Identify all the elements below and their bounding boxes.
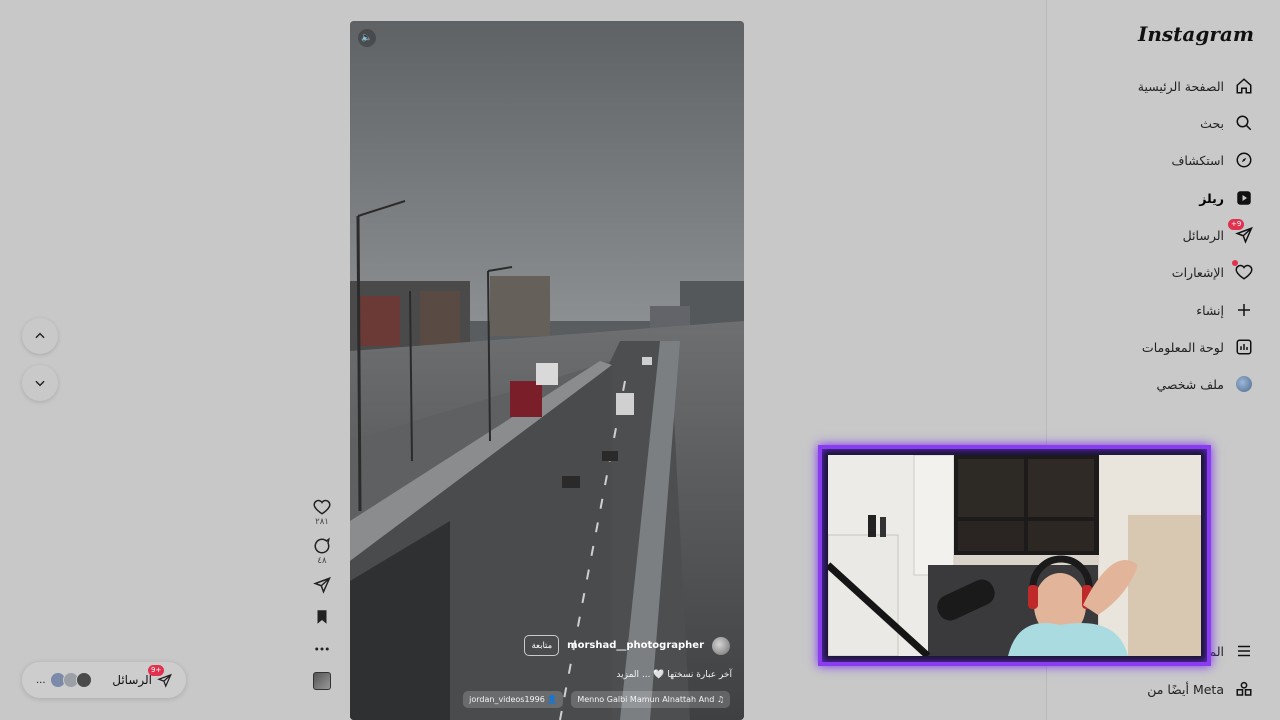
audio-label: Menno Galbi Mamun Alnattah And [577,695,715,704]
tagged-user: jordan_videos1996 [469,695,545,704]
sidebar-item-home[interactable]: الصفحة الرئيسية [1138,72,1254,100]
messages-pill[interactable]: +9 الرسائل ... [22,662,186,698]
sidebar-item-notifications[interactable]: الإشعارات [1172,258,1254,286]
sidebar-item-meta[interactable]: أيضًا من Meta [1147,677,1254,701]
chevron-up-icon [35,332,45,339]
reel-video[interactable]: 🔈 morshad__photographer متابعة آخر عبارة… [350,21,744,720]
sidebar-item-messages[interactable]: الرسائل +9 [1182,219,1254,249]
sidebar-item-create[interactable]: إنشاء [1196,296,1254,324]
sidebar-item-search[interactable]: بحث [1200,109,1254,137]
meta-apps-icon [1234,679,1254,699]
dashboard-icon [1234,337,1254,357]
webcam-overlay [818,445,1211,666]
reel-video-frame [350,21,744,720]
sidebar-item-label: الرسائل [1182,227,1224,243]
comment-action[interactable]: ٤٨ [310,537,334,566]
speaker-icon: 🔈 [361,33,373,43]
sidebar-item-label: أيضًا من Meta [1147,681,1224,697]
save-action[interactable] [310,608,334,626]
heart-icon [1232,260,1254,282]
share-action[interactable] [310,576,334,594]
webcam-feed [828,455,1201,656]
sidebar-item-label: إنشاء [1196,302,1224,318]
author-avatar[interactable] [712,636,730,655]
bookmark-icon [317,610,327,624]
search-icon [1234,113,1254,133]
reels-icon [1234,188,1254,208]
notification-dot [1232,260,1238,266]
audio-chip[interactable]: ♫ Menno Galbi Mamun Alnattah And [571,691,730,708]
audio-thumbnail[interactable] [313,672,331,690]
instagram-logo[interactable]: Instagram [1138,22,1254,46]
menu-icon [1234,641,1254,661]
sidebar-item-profile[interactable]: ملف شخصي [1156,370,1254,398]
messages-icon: +9 [1228,219,1254,245]
comments-count: ٤٨ [317,556,327,566]
sidebar-item-label: الإشعارات [1171,264,1224,280]
profile-avatar [1234,374,1254,394]
reel-caption[interactable]: آخر عبارة نسختها 🤍 ... المزيد [616,670,732,680]
messages-pill-more: ... [36,674,46,686]
plus-icon [1234,300,1254,320]
compass-icon [1234,150,1254,170]
webcam-scene [828,455,1201,656]
sidebar-item-reels[interactable]: ريلز [1199,184,1254,212]
sidebar-item-label: استكشاف [1171,152,1224,168]
messages-pill-text: الرسائل [112,673,152,687]
tagged-user-chip[interactable]: 👤 jordan_videos1996 [463,691,564,708]
messages-pill-avatars: ... [36,672,92,688]
sidebar-item-label: الصفحة الرئيسية [1137,78,1224,94]
sidebar-item-label: ريلز [1199,190,1224,206]
send-icon [313,576,331,594]
music-note-icon: ♫ [716,695,724,704]
home-icon [1234,76,1254,96]
author-username[interactable]: morshad__photographer [567,640,704,651]
person-icon: 👤 [547,695,558,704]
mute-button[interactable]: 🔈 [358,29,376,47]
reel-actions: ٢٨١ ٤٨ [310,498,334,690]
like-action[interactable]: ٢٨١ [310,498,334,527]
messages-pill-icon-wrap: +9 [148,664,172,688]
comment-icon [314,537,330,554]
audio-row: ♫ Menno Galbi Mamun Alnattah And 👤 jorda… [463,691,730,708]
likes-count: ٢٨١ [315,517,329,527]
messages-badge: +9 [1228,219,1245,230]
chevron-down-icon [35,380,45,387]
more-action[interactable] [310,640,334,658]
messages-pill-label: +9 الرسائل [112,664,172,688]
sidebar-item-label: ملف شخصي [1156,376,1224,392]
messages-pill-badge: +9 [148,664,165,676]
more-icon [315,647,329,651]
sidebar-item-explore[interactable]: استكشاف [1171,146,1254,174]
reel-author: morshad__photographer متابعة [524,635,730,656]
next-reel-button[interactable] [22,365,58,401]
sidebar-item-label: بحث [1200,115,1224,131]
previous-reel-button[interactable] [22,318,58,354]
follow-button[interactable]: متابعة [524,635,560,656]
avatar [75,672,92,688]
sidebar-item-dashboard[interactable]: لوحة المعلومات [1142,333,1254,361]
sidebar-item-label: لوحة المعلومات [1141,339,1224,355]
heart-icon [313,499,331,515]
